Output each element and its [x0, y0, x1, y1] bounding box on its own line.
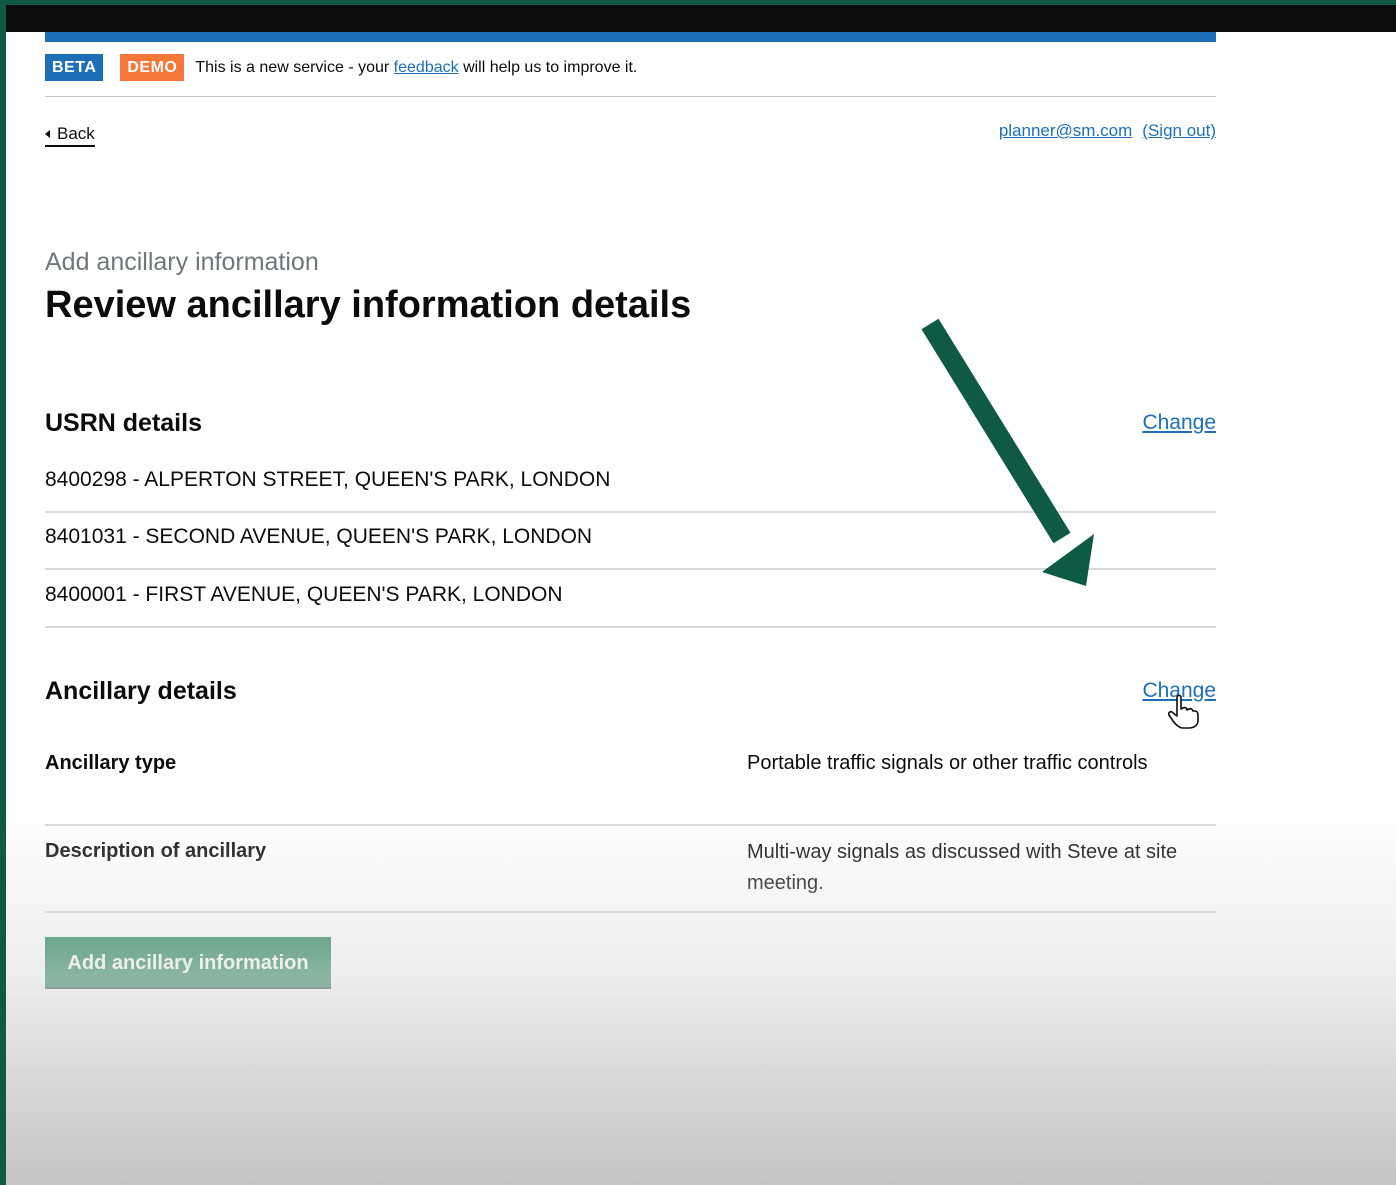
demo-tag: DEMO [120, 54, 185, 81]
back-link[interactable]: Back [45, 124, 95, 147]
summary-key: Ancillary type [45, 752, 177, 774]
add-ancillary-information-button[interactable]: Add ancillary information [45, 937, 331, 987]
summary-key: Description of ancillary [45, 840, 267, 862]
user-email-link[interactable]: planner@sm.com [999, 121, 1132, 141]
summary-row-description: Description of ancillary Multi-way signa… [45, 826, 1216, 913]
chevron-left-icon [45, 130, 50, 138]
usrn-change-link[interactable]: Change [1142, 411, 1216, 435]
usrn-details-heading: USRN details [45, 409, 202, 437]
browser-top-bar [6, 5, 1396, 32]
summary-value: Portable traffic signals or other traffi… [747, 752, 1148, 774]
header-blue-stripe [45, 32, 1216, 42]
ancillary-details-heading: Ancillary details [45, 677, 237, 705]
summary-row-ancillary-type: Ancillary type Portable traffic signals … [45, 739, 1216, 826]
banner-text-before: This is a new service - your [195, 59, 390, 76]
page-title: Review ancillary information details [45, 284, 692, 326]
back-link-label: Back [57, 124, 95, 143]
summary-value: Multi-way signals as discussed with Stev… [747, 841, 1178, 894]
phase-banner: BETA DEMO This is a new service - your f… [45, 54, 1216, 97]
banner-text-after: will help us to improve it. [463, 59, 638, 76]
sign-out-link[interactable]: (Sign out) [1142, 121, 1216, 141]
beta-tag: BETA [45, 54, 104, 81]
banner-text: This is a new service - your feedback wi… [195, 54, 637, 82]
video-frame-left [0, 0, 6, 1185]
feedback-link[interactable]: feedback [394, 59, 459, 76]
arrow-down-right-icon [921, 318, 1094, 586]
page-caption: Add ancillary information [45, 248, 319, 276]
account-links: planner@sm.com (Sign out) [999, 121, 1216, 141]
hand-pointer-icon [1167, 694, 1199, 729]
